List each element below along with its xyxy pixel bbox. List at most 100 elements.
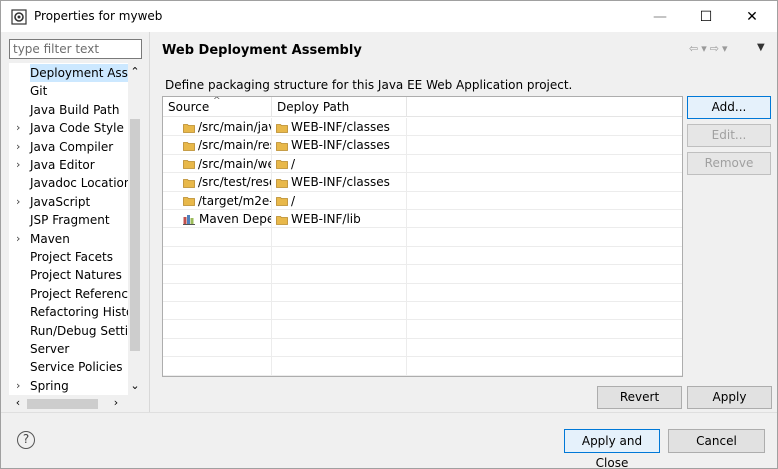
source-cell	[163, 302, 272, 320]
source-cell	[163, 338, 272, 357]
folder-icon	[276, 157, 291, 171]
empty-cell	[407, 265, 682, 283]
tree-item[interactable]: › Maven	[9, 230, 129, 248]
expand-chevron-icon[interactable]: ›	[16, 138, 26, 156]
help-icon[interactable]: ?	[17, 431, 35, 449]
tree-item[interactable]: Git	[9, 82, 129, 100]
table-row[interactable]: /src/main/java WEB-INF/classes	[163, 118, 682, 137]
revert-button[interactable]: Revert	[597, 386, 682, 409]
tree-vertical-scrollbar[interactable]: ⌃ ⌄	[128, 63, 142, 395]
tree-item-label: Run/Debug Settings	[30, 323, 129, 338]
property-page-tree: Deployment Assembly Git Java Build Path › Ja…	[9, 63, 142, 412]
source-cell: Maven Dependencies	[163, 210, 272, 228]
tree-item[interactable]: › Spring	[9, 377, 129, 395]
empty-cell	[407, 339, 682, 357]
source-text: Maven Dependencies	[199, 212, 271, 226]
tree-item[interactable]: Service Policies	[9, 358, 129, 376]
pane-divider[interactable]	[149, 32, 150, 412]
page-description: Define packaging structure for this Java…	[165, 78, 573, 92]
table-row[interactable]: /src/test/resources WEB-INF/classes	[163, 173, 682, 192]
deploy-path-text: /	[291, 193, 296, 208]
scroll-thumb[interactable]	[130, 119, 140, 351]
tree-item[interactable]: › Java Compiler	[9, 138, 129, 156]
tree-item[interactable]: Javadoc Location	[9, 174, 129, 192]
scroll-down-icon[interactable]: ⌄	[128, 379, 142, 393]
deploy-path-cell: WEB-INF/classes	[272, 118, 407, 136]
deploy-path-cell: /	[272, 191, 407, 210]
table-row	[163, 265, 682, 284]
folder-icon	[183, 120, 198, 134]
empty-cell	[407, 173, 682, 191]
table-row[interactable]: /target/m2e-wtp/web-resources /	[163, 191, 682, 210]
tree-item[interactable]: Refactoring History	[9, 303, 129, 321]
tree-horizontal-scrollbar[interactable]: ‹ ›	[9, 395, 142, 412]
source-cell: /src/test/resources	[163, 173, 272, 192]
deploy-path-text: /	[291, 156, 296, 171]
expand-chevron-icon[interactable]: ›	[16, 377, 26, 395]
expand-chevron-icon[interactable]: ›	[16, 230, 26, 248]
tree-item-label: Project References	[30, 286, 129, 301]
column-header-deploy-path[interactable]: Deploy Path	[272, 97, 407, 117]
apply-and-close-button[interactable]: Apply and Close	[564, 429, 660, 469]
deployment-assembly-table[interactable]: Source ^ Deploy Path /src/main/java WEB-I…	[162, 96, 683, 377]
page-title: Web Deployment Assembly	[162, 43, 362, 58]
tree-item[interactable]: › JavaScript	[9, 193, 129, 211]
filter-input[interactable]	[9, 39, 142, 59]
window-title: Properties for myweb	[34, 9, 163, 23]
apply-button[interactable]: Apply	[687, 386, 772, 409]
tree-item-label: Java Code Style	[30, 121, 124, 136]
expand-chevron-icon[interactable]: ›	[16, 119, 26, 137]
tree-item-label: Project Facets	[30, 250, 113, 264]
column-header-source[interactable]: Source ^	[163, 97, 272, 117]
minimize-button[interactable]: —	[637, 1, 683, 32]
tree-item[interactable]: Project Facets	[9, 248, 129, 266]
tree-item[interactable]: Project Natures	[9, 266, 129, 284]
empty-cell	[407, 284, 682, 302]
scroll-up-icon[interactable]: ⌃	[128, 65, 142, 79]
tree-item-label: Maven	[30, 231, 70, 246]
back-forward-arrows-icon[interactable]: ⇦▾⇨▾	[689, 42, 730, 55]
source-cell	[163, 283, 272, 302]
table-row	[163, 283, 682, 302]
table-row	[163, 302, 682, 321]
expand-chevron-icon[interactable]: ›	[16, 193, 26, 211]
table-row[interactable]: Maven Dependencies WEB-INF/lib	[163, 210, 682, 229]
close-button[interactable]: ✕	[729, 1, 775, 32]
tree-item[interactable]: JSP Fragment	[9, 211, 129, 229]
tree-item[interactable]: Java Build Path	[9, 101, 129, 119]
table-row[interactable]: /src/main/webapp /	[163, 154, 682, 174]
deploy-path-text: WEB-INF/classes	[291, 120, 390, 134]
column-source-label: Source	[168, 100, 210, 114]
tree-item-label: Java Build Path	[30, 102, 120, 117]
maximize-button[interactable]: ☐	[683, 1, 729, 32]
tree-item-label: JSP Fragment	[30, 213, 110, 228]
tree-item[interactable]: Deployment Assembly	[9, 64, 129, 82]
table-row	[163, 357, 682, 376]
table-row	[163, 228, 682, 247]
tree-item[interactable]: › Java Code Style	[9, 119, 129, 137]
edit-button[interactable]: Edit...	[687, 124, 771, 147]
view-menu-icon[interactable]: ▼	[757, 42, 765, 53]
tree-item[interactable]: › Java Editor	[9, 156, 129, 174]
remove-button[interactable]: Remove	[687, 152, 771, 175]
deploy-path-text: WEB-INF/classes	[291, 138, 390, 153]
folder-icon	[276, 194, 291, 208]
scroll-thumb-horizontal[interactable]	[27, 399, 98, 409]
source-cell: /src/main/java	[163, 118, 272, 136]
add-button[interactable]: Add...	[687, 96, 771, 119]
scroll-left-icon[interactable]: ‹	[11, 396, 25, 410]
tree-item[interactable]: Server	[9, 340, 129, 358]
sort-ascending-icon: ^	[213, 96, 221, 106]
expand-chevron-icon[interactable]: ›	[16, 156, 26, 174]
tree-item[interactable]: Project References	[9, 285, 129, 303]
scroll-right-icon[interactable]: ›	[109, 396, 123, 410]
tree-item[interactable]: Run/Debug Settings	[9, 322, 129, 340]
source-cell	[163, 246, 272, 265]
source-text: /src/main/webapp	[198, 156, 272, 171]
cancel-button[interactable]: Cancel	[668, 429, 765, 453]
empty-cell	[407, 155, 682, 173]
footer-separator	[1, 412, 777, 413]
deploy-path-cell	[272, 338, 407, 357]
tree-item-label: Java Compiler	[30, 139, 114, 154]
table-row[interactable]: /src/main/resources WEB-INF/classes	[163, 136, 682, 155]
